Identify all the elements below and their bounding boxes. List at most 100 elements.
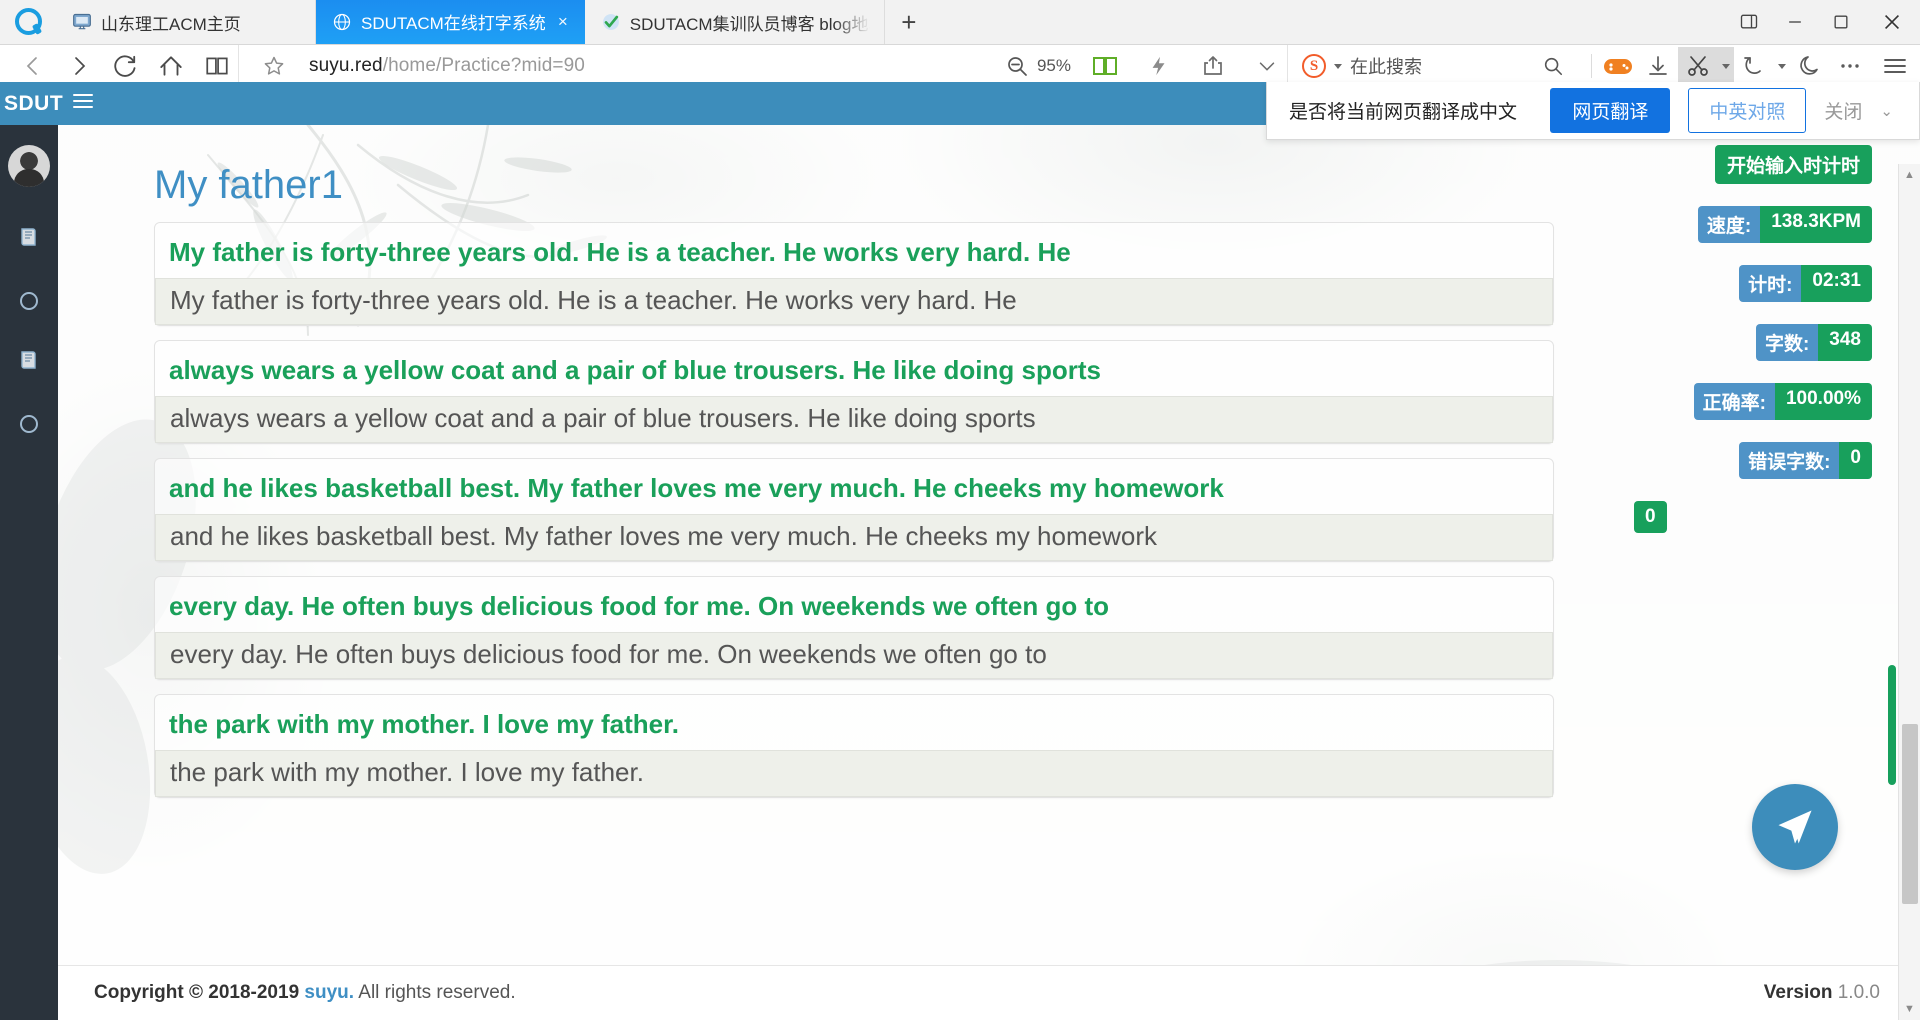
downloads-button[interactable] [1638, 47, 1678, 85]
tab-close-button[interactable]: × [555, 12, 571, 32]
typing-input[interactable]: the park with my mother. I love my fathe… [155, 750, 1553, 797]
tab-2[interactable]: SDUTACM集训队员博客 blog地址收 [584, 0, 885, 44]
chevron-left-icon [26, 57, 37, 75]
hamburger-icon [73, 93, 93, 108]
footer-link[interactable]: suyu. [304, 982, 354, 1003]
main-menu-button[interactable] [1870, 47, 1920, 85]
typing-input[interactable]: every day. He often buys delicious food … [155, 632, 1553, 679]
book-icon [21, 228, 36, 246]
undo-icon [1744, 57, 1761, 74]
home-button[interactable] [150, 47, 192, 85]
reading-list-button[interactable] [196, 47, 238, 85]
check-icon [602, 14, 619, 30]
restore-session-button[interactable] [1726, 0, 1772, 44]
scroll-down-button[interactable]: ▼ [1899, 998, 1920, 1020]
more-tools-button[interactable] [1830, 47, 1870, 85]
start-hint-row: 开始输入时计时 [1632, 145, 1872, 184]
send-icon [1778, 810, 1812, 844]
screenshot-options-button[interactable] [1718, 47, 1734, 85]
minimize-icon [1789, 20, 1801, 23]
stat-value: 138.3KPM [1760, 206, 1872, 243]
sidebar-item-circle-2[interactable] [20, 415, 38, 433]
reader-mode-icon [1093, 57, 1117, 75]
toolbar-overflow-button[interactable] [1247, 47, 1287, 85]
typing-block: My father is forty-three years old. He i… [154, 222, 1554, 326]
typing-block: always wears a yellow coat and a pair of… [154, 340, 1554, 444]
home-icon [160, 56, 182, 76]
translate-bar: 是否将当前网页翻译成中文 网页翻译 中英对照 关闭 ⌄ [1266, 82, 1920, 140]
site-footer: Copyright © 2018-2019 suyu. All rights r… [58, 965, 1920, 1020]
submit-button[interactable] [1752, 784, 1838, 870]
search-submit-button[interactable] [1533, 47, 1573, 85]
browser-logo-button[interactable] [0, 0, 56, 44]
page-body: My father1 My father is forty-three year… [0, 125, 1920, 1020]
night-mode-button[interactable] [1790, 47, 1830, 85]
source-line: and he likes basketball best. My father … [169, 473, 1224, 503]
share-icon [1204, 56, 1222, 75]
chevron-down-icon[interactable]: ⌄ [1880, 102, 1893, 120]
stat-extra: 0 [1632, 501, 1872, 533]
bilingual-button[interactable]: 中英对照 [1688, 88, 1807, 133]
chevron-down-icon [1259, 62, 1275, 71]
forward-button[interactable] [58, 47, 100, 85]
stat-wordcount: 字数: 348 [1632, 324, 1872, 361]
translate-page-button[interactable]: 网页翻译 [1550, 88, 1671, 133]
game-center-button[interactable] [1598, 47, 1638, 85]
tab-1[interactable]: SDUTACM在线打字系统 × [316, 0, 585, 44]
share-button[interactable] [1193, 47, 1233, 85]
stat-label: 正确率: [1693, 383, 1775, 420]
footer-version: Version 1.0.0 [1764, 982, 1880, 1004]
stat-label: 字数: [1755, 324, 1819, 361]
chevron-right-icon [75, 57, 86, 75]
stat-value: 100.00% [1774, 383, 1872, 420]
moon-icon [1800, 56, 1818, 75]
book-icon [21, 351, 36, 369]
sidebar-item-circle-1[interactable] [20, 292, 38, 310]
sidebar-item-book-1[interactable] [17, 225, 41, 254]
inner-scrollbar-thumb[interactable] [1888, 665, 1896, 785]
chevron-down-icon [1722, 63, 1730, 69]
sidebar-toggle-button[interactable] [58, 91, 94, 117]
typing-input[interactable]: My father is forty-three years old. He i… [155, 278, 1553, 325]
reader-mode-button[interactable] [1085, 47, 1125, 85]
version-number: 1.0.0 [1837, 982, 1880, 1003]
zoom-out-icon[interactable] [1005, 54, 1029, 78]
sidebar-item-book-2[interactable] [17, 348, 41, 377]
speed-button[interactable] [1139, 47, 1179, 85]
zoom-control[interactable]: 95% [1005, 54, 1071, 78]
footer-copyright: Copyright © 2018-2019 [94, 982, 300, 1003]
url-text[interactable]: suyu.red/home/Practice?mid=90 [309, 55, 585, 77]
site-brand[interactable]: SDUT [0, 92, 63, 116]
close-window-button[interactable] [1864, 0, 1920, 44]
reload-button[interactable] [104, 47, 146, 85]
history-options-button[interactable] [1774, 47, 1790, 85]
screenshot-button[interactable] [1678, 47, 1718, 85]
avatar[interactable] [8, 145, 50, 187]
maximize-button[interactable] [1818, 0, 1864, 44]
start-timer-hint: 开始输入时计时 [1714, 145, 1872, 184]
engine-chevron-icon[interactable] [1334, 63, 1342, 69]
tab-title: SDUTACM在线打字系统 [361, 14, 546, 33]
bookmark-star-button[interactable] [253, 47, 295, 85]
main-content: My father1 My father is forty-three year… [58, 125, 1920, 1020]
scrollbar-thumb[interactable] [1902, 724, 1918, 904]
history-back-button[interactable] [1734, 47, 1774, 85]
new-tab-button[interactable]: + [885, 0, 933, 44]
tab-0[interactable]: 山东理工ACM主页 [56, 0, 316, 44]
stat-accuracy: 正确率: 100.00% [1632, 383, 1872, 420]
game-icon [1604, 59, 1632, 74]
scroll-up-button[interactable]: ▲ [1899, 164, 1920, 186]
tab-strip: 山东理工ACM主页 SDUTACM在线打字系统 × SDUTACM集训队员博客 … [0, 0, 1920, 45]
url-host: suyu.red [309, 55, 383, 76]
minimize-button[interactable] [1772, 0, 1818, 44]
back-button[interactable] [12, 47, 54, 85]
typing-input[interactable]: and he likes basketball best. My father … [155, 514, 1553, 561]
version-label: Version [1763, 982, 1833, 1003]
page-scrollbar[interactable]: ▲ ▼ [1898, 164, 1920, 1020]
stat-label: 计时: [1739, 265, 1802, 302]
stat-value: 0 [1839, 442, 1872, 479]
search-input[interactable]: 在此搜索 [1350, 53, 1525, 79]
book-open-icon [206, 57, 228, 75]
typing-input[interactable]: always wears a yellow coat and a pair of… [155, 396, 1553, 443]
close-translate-button[interactable]: 关闭 [1824, 97, 1862, 124]
